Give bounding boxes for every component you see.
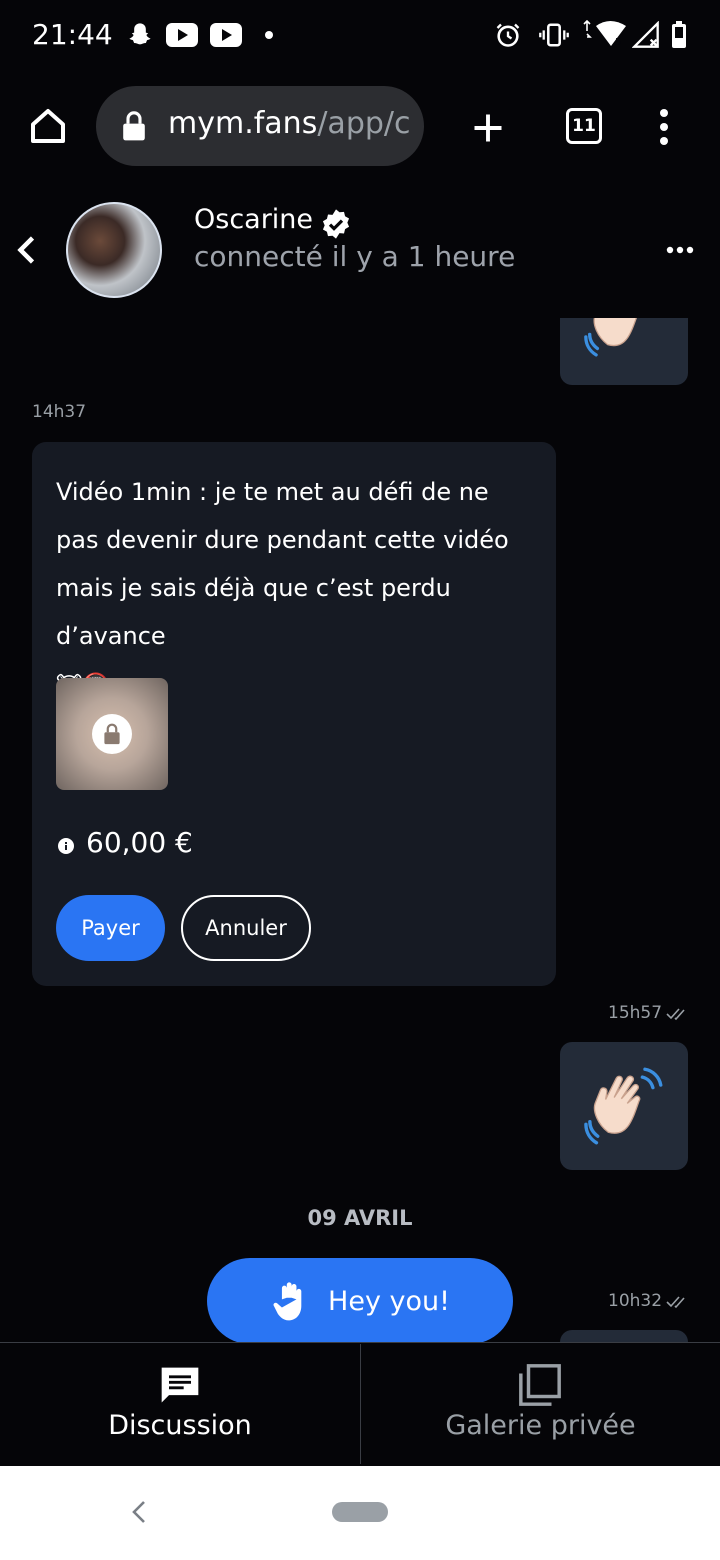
url-bar[interactable]: mym.fans/app/c [96,86,424,166]
waving-hand-icon [584,1067,663,1145]
status-bar: 21:44 5 [0,0,720,72]
home-gesture-pill[interactable] [332,1502,388,1522]
wifi-badge: 5 [615,37,621,48]
offer-message: Vidéo 1min : je te met au défi de ne pas… [56,478,509,650]
more-options-icon[interactable] [660,236,700,264]
date-separator: 09 AVRIL [307,1206,413,1230]
dot-icon [264,20,274,50]
message-bubble-outgoing[interactable] [560,1042,688,1170]
nav-back-icon[interactable] [128,1498,150,1530]
chat-icon [161,1367,199,1403]
hey-you-button[interactable]: Hey you! [207,1258,513,1344]
pay-button[interactable]: Payer [56,895,165,961]
message-time: 10h32 [608,1291,663,1311]
offer-price: 60,00 € [86,826,193,859]
back-arrow-icon[interactable] [10,232,46,268]
padlock-icon [104,723,120,745]
message-time: 14h37 [32,402,87,422]
message-time: 15h57 [608,1003,663,1023]
status-time: 21:44 [32,18,113,51]
verified-badge-icon [320,208,352,240]
contact-name: Oscarine [194,204,314,235]
youtube-icon [166,20,198,50]
snapchat-icon [126,20,154,50]
offer-text: Vidéo 1min : je te met au défi de ne pas… [56,468,536,708]
alarm-icon [494,20,522,50]
message-bubble-outgoing[interactable] [560,318,688,385]
read-receipt-icon [666,1006,688,1025]
home-icon[interactable] [28,106,68,150]
url-host: mym.fans [168,106,318,141]
vibrate-icon [538,20,570,50]
lock-icon [122,110,146,146]
cancel-button[interactable]: Annuler [181,895,311,961]
tab-label: Galerie privée [445,1410,636,1441]
read-receipt-icon [666,1294,688,1313]
hey-you-label: Hey you! [328,1285,450,1317]
battery-icon [670,20,688,50]
signal-icon [632,20,660,50]
gallery-icon [519,1364,561,1406]
url-text: mym.fans/app/c [168,106,411,141]
tab-discussion[interactable]: Discussion [0,1344,360,1464]
tab-switcher-button[interactable]: 11 [566,108,602,144]
presence-status: connecté il y a 1 heure [194,240,516,273]
wifi-icon: 5 [582,20,630,50]
youtube-icon [210,20,242,50]
avatar[interactable] [66,202,162,298]
waving-hand-icon [584,318,637,357]
menu-icon[interactable] [656,108,672,150]
info-icon[interactable] [58,838,74,854]
tab-label: Discussion [108,1410,252,1441]
new-tab-icon[interactable] [470,110,506,150]
url-path: /app/c [317,106,411,141]
media-lock [92,714,132,754]
raised-hand-icon [273,1282,302,1321]
tab-private-gallery[interactable]: Galerie privée [361,1344,720,1464]
